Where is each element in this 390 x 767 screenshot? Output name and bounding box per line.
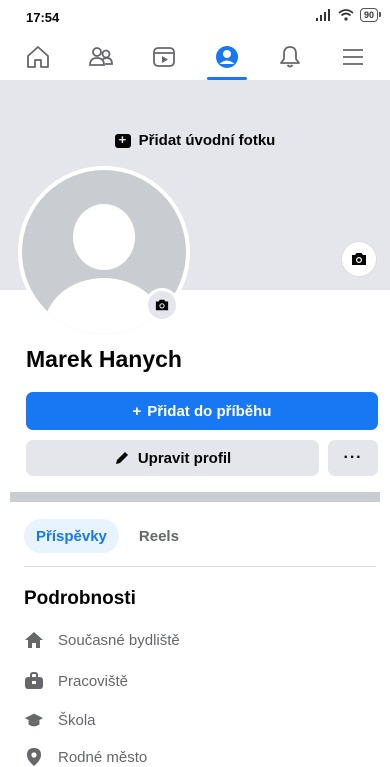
add-to-story-label: Přidat do příběhu: [147, 402, 272, 420]
detail-label: Pracoviště: [58, 672, 129, 690]
cover-camera-button[interactable]: [342, 242, 376, 276]
detail-workplace[interactable]: Pracoviště: [24, 671, 128, 691]
status-icons: 90: [315, 8, 382, 22]
section-divider: [10, 492, 380, 502]
tab-menu[interactable]: [327, 34, 379, 80]
signal-icon: [315, 9, 330, 21]
video-icon: [152, 47, 175, 67]
detail-current-city[interactable]: Současné bydliště: [24, 630, 180, 650]
tab-home[interactable]: [12, 34, 64, 80]
add-photo-icon: [114, 132, 131, 148]
detail-label: Současné bydliště: [58, 631, 180, 649]
menu-icon: [342, 49, 363, 65]
status-bar: 17:54 90: [0, 0, 390, 34]
briefcase-icon: [24, 671, 44, 691]
status-time: 17:54: [26, 10, 60, 25]
tab-friends[interactable]: [75, 34, 127, 80]
wifi-icon: [338, 9, 354, 21]
avatar-camera-button[interactable]: [145, 288, 179, 322]
tabs-divider: [24, 566, 376, 567]
top-nav: [0, 34, 390, 80]
add-to-story-button[interactable]: + Přidat do příběhu: [26, 392, 378, 430]
bell-icon: [279, 46, 300, 68]
add-cover-label: Přidat úvodní fotku: [138, 132, 276, 149]
add-cover-button[interactable]: Přidat úvodní fotku: [0, 132, 390, 149]
more-options-button[interactable]: ···: [328, 440, 378, 476]
edit-profile-label: Upravit profil: [137, 449, 232, 467]
tab-profile[interactable]: [201, 34, 253, 80]
pencil-icon: [115, 452, 128, 464]
details-title: Podrobnosti: [24, 588, 136, 609]
tab-posts[interactable]: Příspěvky: [24, 519, 119, 553]
detail-label: Rodné město: [58, 748, 148, 766]
detail-label: Škola: [58, 711, 96, 729]
battery-icon: 90: [359, 8, 382, 22]
detail-school[interactable]: Škola: [24, 710, 96, 730]
tab-video[interactable]: [138, 34, 190, 80]
profile-tabs: Příspěvky Reels: [24, 519, 191, 553]
home-icon: [26, 46, 49, 68]
plus-icon: +: [132, 402, 142, 420]
camera-icon: [352, 253, 366, 265]
camera-icon: [155, 299, 169, 311]
profile-name: Marek Hanych: [26, 346, 182, 372]
graduation-cap-icon: [24, 710, 44, 730]
detail-hometown[interactable]: Rodné město: [24, 747, 147, 767]
tab-notifications[interactable]: [264, 34, 316, 80]
friends-icon: [88, 47, 113, 66]
edit-profile-button[interactable]: Upravit profil: [26, 440, 319, 476]
home-filled-icon: [24, 630, 44, 650]
profile-icon: [215, 46, 238, 68]
location-pin-icon: [24, 747, 44, 767]
tab-reels[interactable]: Reels: [127, 519, 191, 553]
